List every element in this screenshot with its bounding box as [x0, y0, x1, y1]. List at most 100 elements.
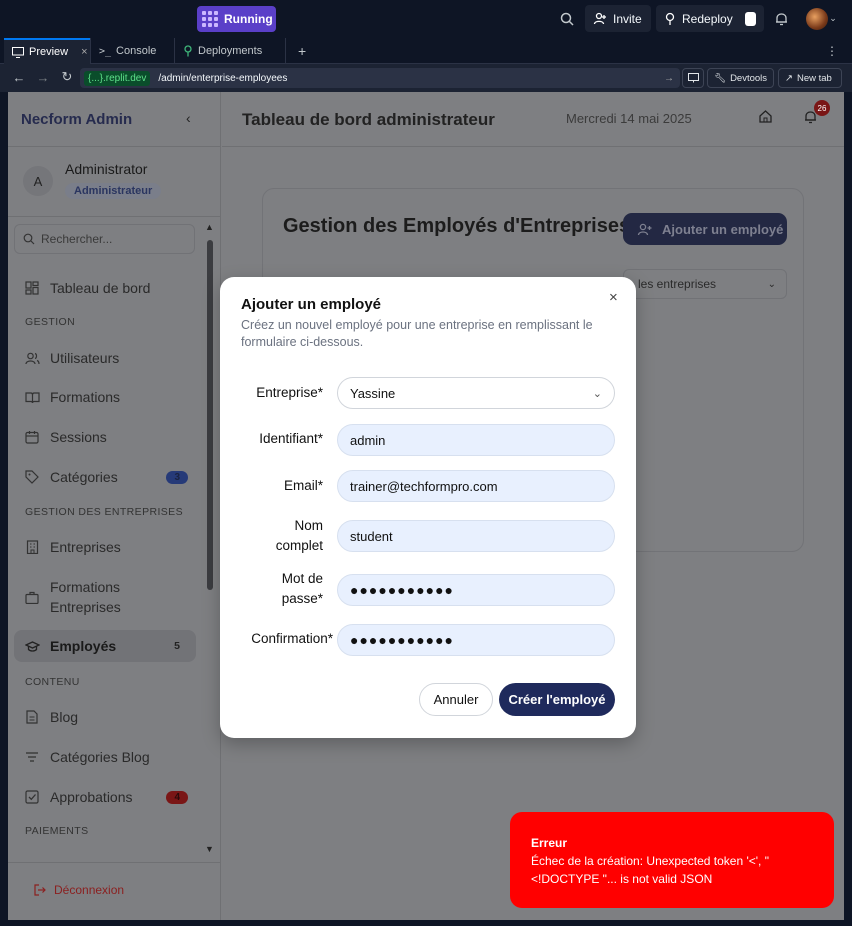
back-arrow-icon[interactable]: ← — [12, 70, 26, 85]
sidebar: Necform Admin ‹ A Administrator Administ… — [8, 92, 221, 920]
enterprise-label: Entreprise* — [256, 385, 323, 400]
section-heading: GESTION — [25, 316, 76, 328]
file-text-icon — [24, 710, 40, 724]
filter-value: les entreprises — [638, 277, 717, 291]
sidebar-item-label: Entreprises — [50, 539, 121, 555]
logout-button[interactable]: Déconnexion — [34, 883, 124, 897]
workspace-topbar: Running Invite Redeploy ⌄ — [0, 0, 852, 38]
bell-icon[interactable] — [772, 10, 790, 28]
divider — [8, 862, 221, 863]
section-heading: GESTION DES ENTREPRISES — [25, 506, 183, 518]
sidebar-item-users[interactable]: Utilisateurs — [14, 346, 196, 370]
add-user-icon — [637, 223, 652, 236]
sidebar-item-label: Employés — [50, 638, 117, 654]
password-field[interactable]: ●●●●●●●●●●● — [337, 574, 615, 606]
deploy-icon — [664, 12, 676, 26]
sidebar-item-enterprise-trainings[interactable]: Formations Entreprises — [14, 575, 196, 619]
sidebar-item-label: Approbations — [50, 789, 133, 805]
count-badge: 3 — [166, 470, 188, 484]
fullname-field[interactable]: student — [337, 520, 615, 552]
redeploy-button[interactable]: Redeploy — [656, 5, 764, 32]
go-arrow-icon[interactable]: → — [664, 73, 674, 84]
tab-console[interactable]: >_ Console — [90, 38, 174, 64]
tab-deployments[interactable]: Deployments — [174, 38, 286, 64]
device-preview-button[interactable] — [682, 68, 704, 88]
invite-button[interactable]: Invite — [585, 5, 651, 32]
label-line: Entreprises — [50, 599, 121, 615]
divider — [8, 216, 221, 217]
scroll-up-icon[interactable]: ▲ — [205, 222, 214, 232]
terminal-icon: >_ — [99, 45, 112, 57]
stop-grid-icon — [202, 11, 218, 27]
sidebar-item-label: Blog — [50, 709, 79, 725]
redeploy-label: Redeploy — [682, 11, 733, 26]
reload-icon[interactable]: ↻ — [60, 69, 74, 84]
deploy-icon — [183, 45, 193, 57]
sidebar-item-enterprises[interactable]: Entreprises — [14, 535, 196, 559]
sidebar-item-label: Catégories — [50, 469, 118, 485]
sidebar-item-label: Formations Entreprises — [50, 577, 121, 617]
create-employee-button[interactable]: Créer l'employé — [499, 683, 615, 716]
password-label: Mot de passe* — [282, 569, 323, 609]
current-date: Mercredi 14 mai 2025 — [566, 111, 692, 126]
sidebar-search-input[interactable]: Rechercher... — [14, 224, 195, 254]
email-field[interactable]: trainer@techformpro.com — [337, 470, 615, 502]
enterprise-select[interactable]: Yassine ⌄ — [337, 377, 615, 409]
calendar-icon — [24, 430, 40, 444]
add-employee-button[interactable]: Ajouter un employé — [623, 213, 787, 245]
sidebar-item-trainings[interactable]: Formations — [14, 385, 196, 409]
more-vertical-icon[interactable]: ⋮ — [826, 43, 838, 59]
label-line: passe* — [281, 591, 323, 606]
briefcase-icon — [24, 591, 40, 604]
sidebar-item-blog[interactable]: Blog — [14, 705, 196, 729]
url-field[interactable]: {...}.replit.dev /admin/enterprise-emplo… — [80, 68, 680, 88]
collapse-chevron-left-icon[interactable]: ‹ — [186, 110, 191, 126]
run-button[interactable]: Running — [197, 6, 276, 32]
devtools-button[interactable]: 🔧︎ Devtools — [707, 68, 774, 88]
building-icon — [24, 540, 40, 554]
cancel-button[interactable]: Annuler — [419, 683, 493, 716]
deploy-status-icon[interactable] — [744, 11, 756, 26]
add-user-icon — [593, 12, 607, 26]
confirmation-field[interactable]: ●●●●●●●●●●● — [337, 624, 615, 656]
sidebar-item-employees[interactable]: Employés 5 — [14, 630, 196, 662]
screen-icon — [687, 73, 699, 83]
sidebar-item-approvals[interactable]: Approbations 4 — [14, 785, 196, 809]
open-new-tab-button[interactable]: ↗ New tab — [778, 68, 842, 88]
brand-title: Necform Admin — [21, 111, 133, 128]
add-employee-label: Ajouter un employé — [662, 221, 784, 237]
sidebar-item-dashboard[interactable]: Tableau de bord — [14, 276, 196, 300]
toast-title: Erreur — [531, 836, 568, 850]
sidebar-item-categories[interactable]: Catégories 3 — [14, 465, 196, 489]
scroll-down-icon[interactable]: ▼ — [205, 844, 214, 854]
search-placeholder: Rechercher... — [41, 232, 113, 246]
search-icon[interactable] — [558, 10, 576, 28]
forward-arrow-icon[interactable]: → — [36, 70, 50, 85]
invite-label: Invite — [613, 11, 642, 26]
sidebar-item-label: Catégories Blog — [50, 749, 150, 765]
identifier-field[interactable]: admin — [337, 424, 615, 456]
logout-label: Déconnexion — [54, 883, 125, 897]
close-icon[interactable]: × — [609, 289, 618, 306]
scrollbar-thumb[interactable] — [207, 240, 213, 590]
section-title: Gestion des Employés d'Entreprises — [283, 215, 631, 237]
new-tab-plus-icon[interactable]: + — [290, 38, 312, 64]
sidebar-item-blog-categories[interactable]: Catégories Blog — [14, 745, 196, 769]
filter-icon — [24, 751, 40, 763]
home-icon[interactable] — [759, 110, 772, 123]
enterprise-value: Yassine — [350, 385, 396, 401]
close-icon[interactable]: × — [81, 46, 87, 58]
book-open-icon — [24, 391, 40, 404]
tab-preview[interactable]: Preview × — [4, 38, 90, 64]
error-toast[interactable]: Erreur Échec de la création: Unexpected … — [510, 812, 834, 908]
sidebar-item-sessions[interactable]: Sessions — [14, 425, 196, 449]
devtools-label: Devtools — [730, 72, 768, 84]
tab-label: Deployments — [198, 45, 263, 57]
section-heading: PAIEMENTS — [25, 825, 89, 837]
notification-count-badge: 26 — [814, 100, 830, 116]
enterprise-filter-select[interactable]: les entreprises ⌄ — [623, 269, 787, 299]
chevron-down-icon[interactable]: ⌄ — [828, 13, 838, 23]
avatar[interactable] — [806, 8, 828, 30]
wrench-icon: 🔧︎ — [714, 72, 727, 84]
identifier-label: Identifiant* — [259, 431, 323, 446]
